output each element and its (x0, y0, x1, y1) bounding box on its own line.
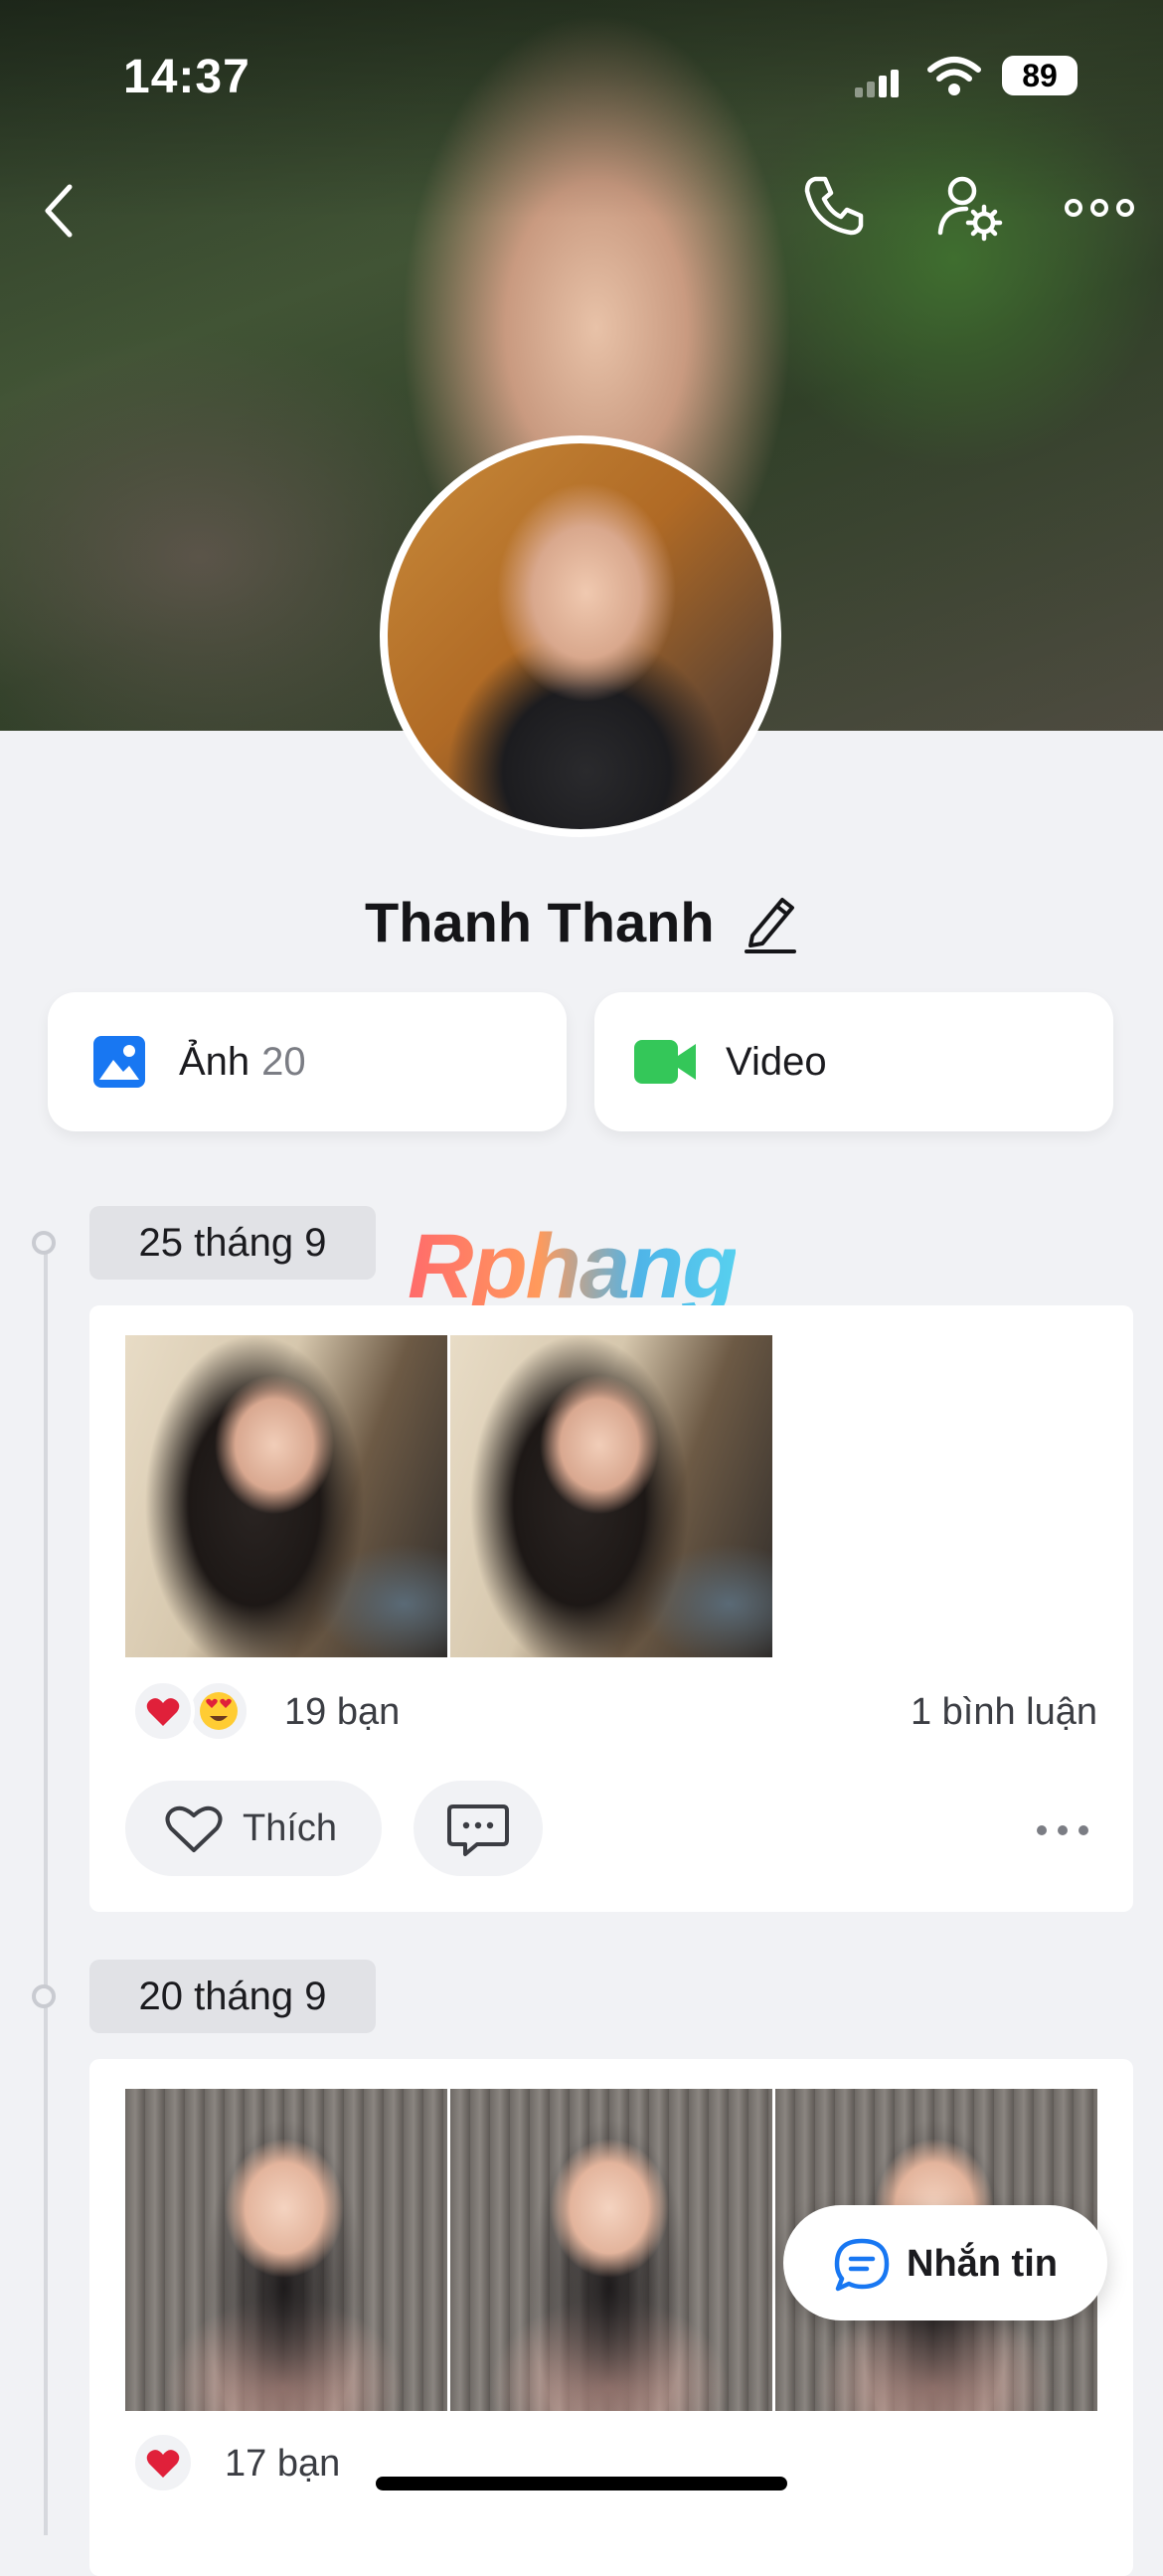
post-photo[interactable] (450, 1335, 772, 1657)
more-options-icon[interactable] (1064, 197, 1135, 219)
profile-name: Thanh Thanh (365, 891, 715, 953)
comment-button[interactable] (414, 1781, 543, 1876)
wifi-icon (927, 57, 981, 95)
message-button-label: Nhắn tin (907, 2243, 1058, 2285)
like-button[interactable]: Thích (125, 1781, 382, 1876)
edit-name-icon[interactable] (743, 892, 798, 953)
post-photo[interactable] (125, 2089, 447, 2411)
message-button[interactable]: Nhắn tin (783, 2205, 1107, 2320)
post-date-chip: 25 tháng 9 (89, 1206, 376, 1280)
comment-count[interactable]: 1 bình luận (911, 1691, 1097, 1734)
status-bar: 14:37 89 (0, 0, 1163, 149)
watermark-logo: Rphang (408, 1216, 738, 1317)
cellular-signal-icon (855, 70, 899, 97)
post-photo[interactable] (125, 1335, 447, 1657)
post-more-icon[interactable] (1036, 1824, 1089, 1836)
profile-top-bar (0, 159, 1163, 258)
phone-call-icon[interactable] (801, 173, 867, 239)
comment-icon (447, 1804, 509, 1856)
timeline-dot (32, 1984, 56, 2008)
like-label: Thích (243, 1807, 338, 1849)
timeline-dot (32, 1231, 56, 1255)
home-indicator (376, 2477, 787, 2490)
profile-name-row: Thanh Thanh (0, 890, 1163, 954)
video-camera-icon (634, 1040, 696, 1084)
back-icon[interactable] (40, 179, 80, 243)
heart-eyes-reaction-icon (187, 1679, 250, 1743)
photos-tab[interactable]: Ảnh 20 (48, 992, 567, 1131)
photos-count: 20 (261, 1040, 306, 1084)
post-photo[interactable] (450, 2089, 772, 2411)
post-date-chip: 20 tháng 9 (89, 1960, 376, 2033)
photo-gallery-icon (93, 1036, 145, 1088)
heart-reaction-icon (131, 1679, 195, 1743)
video-label: Video (726, 1040, 827, 1084)
photos-label: Ảnh (179, 1040, 250, 1084)
timeline-line (44, 1243, 48, 2535)
post-card: 19 bạn 1 bình luận Thích (89, 1305, 1133, 1912)
user-settings-icon[interactable] (934, 173, 1004, 243)
battery-indicator: 89 (1002, 56, 1078, 95)
chat-bubble-icon (834, 2238, 890, 2292)
status-time: 14:37 (123, 51, 250, 103)
profile-avatar[interactable] (380, 435, 781, 837)
heart-reaction-icon (131, 2431, 195, 2494)
reaction-count[interactable]: 17 bạn (225, 2443, 340, 2486)
reaction-count[interactable]: 19 bạn (284, 1691, 400, 1734)
heart-outline-icon (165, 1805, 223, 1852)
video-tab[interactable]: Video (594, 992, 1113, 1131)
